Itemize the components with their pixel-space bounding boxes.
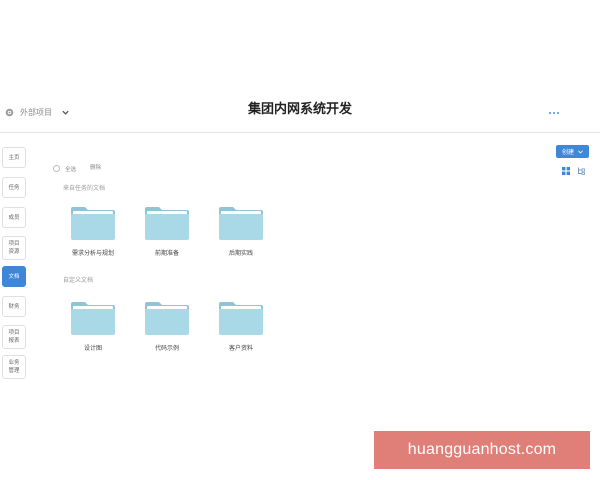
sidebar-item-reports[interactable]: 项目 报表 [2,325,26,349]
sidebar-item-home[interactable]: 主页 [2,147,26,168]
sidebar-item-tasks[interactable]: 任务 [2,177,26,198]
sidebar-item-label: 财务 [8,303,20,310]
sidebar-item-label: 文档 [8,273,20,280]
sidebar-item-label: 主页 [8,154,20,161]
more-dot [553,112,555,114]
globe-icon [5,108,14,116]
chevron-down-icon[interactable] [61,108,70,117]
folder-item[interactable]: 前期准备 [132,205,202,271]
folder-icon [219,207,263,240]
folder-name: 设计图 [83,345,102,352]
delete-button[interactable]: 删除 [90,164,101,173]
section-title: 自定义文档 [63,277,94,284]
app-screen: 外部项目 集团内网系统开发 主页 任务 成员 项目 资源 文档 财务 项目 报表… [0,0,600,480]
tree-view-icon[interactable] [577,167,585,175]
create-button-label: 创建 [561,149,574,156]
folder-item[interactable]: 代码示例 [132,300,202,366]
sidebar-item-label: 业务 管理 [8,360,20,374]
select-all-toggle[interactable]: 全选 [53,164,76,173]
folder-item[interactable]: 客户资料 [206,300,276,366]
folder-icon [71,207,115,240]
select-all-checkbox[interactable] [53,165,60,172]
sidebar-item-resources[interactable]: 项目 资源 [2,236,26,260]
sidebar-item-documents[interactable]: 文档 [2,266,26,287]
section-title: 来自任务的文档 [63,185,106,192]
project-switcher-label: 外部项目 [20,107,52,117]
watermark-banner: huangguanhost.com [374,431,590,469]
sidebar-item-business[interactable]: 业务 管理 [2,355,26,379]
folder-icon [145,207,189,240]
header-divider [0,132,600,133]
more-options-button[interactable] [545,107,563,119]
folder-name: 客户资料 [228,345,253,352]
folder-icon [219,302,263,335]
sidebar-item-finance[interactable]: 财务 [2,296,26,317]
sidebar-item-members[interactable]: 成员 [2,207,26,228]
folder-icon [71,302,115,335]
sidebar-item-label: 项目 资源 [8,241,20,255]
folder-name: 代码示例 [154,345,179,352]
folder-name: 需求分析与规划 [71,250,114,257]
folder-item[interactable]: 需求分析与规划 [58,205,128,271]
folder-item[interactable]: 后期实践 [206,205,276,271]
create-button[interactable]: 创建 [556,145,589,158]
more-dot [557,112,559,114]
folder-name: 后期实践 [228,250,253,257]
select-all-label: 全选 [65,166,77,173]
folder-icon [145,302,189,335]
sidebar-item-label: 成员 [8,214,20,221]
sidebar-item-label: 任务 [8,184,20,191]
folder-name: 前期准备 [154,250,179,257]
page-title: 集团内网系统开发 [247,102,352,117]
folder-item[interactable]: 设计图 [58,300,128,366]
sidebar-item-label: 项目 报表 [8,330,20,344]
project-switcher[interactable]: 外部项目 [5,104,70,120]
more-horizontal-icon [549,112,551,114]
chevron-down-icon [578,149,583,154]
grid-view-icon[interactable] [562,167,570,175]
